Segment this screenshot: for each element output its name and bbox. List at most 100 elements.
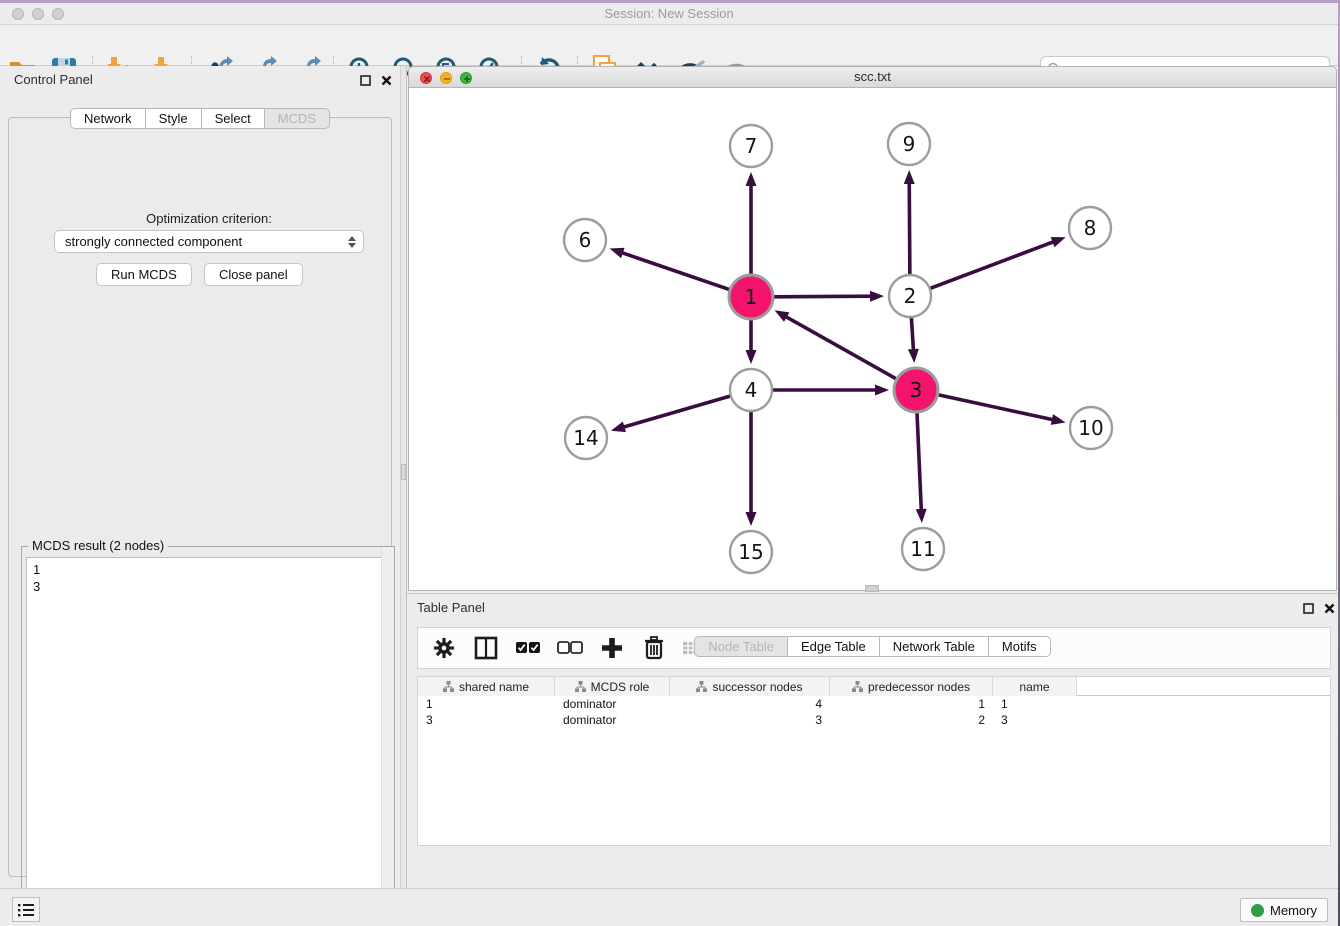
graph-node-4[interactable]: 4 [730, 369, 772, 411]
table-panel-header: Table Panel [407, 594, 1338, 622]
mcds-result-title: MCDS result (2 nodes) [28, 538, 168, 553]
graph-node-8[interactable]: 8 [1069, 207, 1111, 249]
control-panel-tabs: NetworkStyleSelectMCDS [0, 108, 400, 129]
network-minimize-button[interactable] [440, 72, 452, 84]
optimization-criterion-label: Optimization criterion: [9, 211, 409, 226]
graph-edge-arrowhead [908, 349, 919, 363]
network-window-titlebar: scc.txt [408, 66, 1337, 88]
graph-edge-2-9[interactable] [909, 181, 910, 275]
graph-node-2[interactable]: 2 [889, 275, 931, 317]
graph-edge-arrowhead [904, 170, 915, 184]
network-canvas: 7 9 6 8 1 2 4 3 14 10 15 11 [408, 88, 1337, 591]
task-history-button[interactable] [12, 897, 40, 922]
network-resize-grip[interactable] [865, 585, 879, 592]
tab-node-table[interactable]: Node Table [694, 636, 788, 657]
graph-node-1[interactable]: 1 [729, 275, 773, 319]
graph-node-6[interactable]: 6 [564, 219, 606, 261]
result-scrollbar[interactable] [381, 547, 394, 926]
optimization-criterion-select[interactable]: strongly connected component [54, 230, 364, 253]
graph-edge-3-10[interactable] [937, 395, 1054, 420]
close-panel-icon[interactable] [379, 73, 393, 87]
graph-edge-arrowhead [746, 172, 757, 186]
main-toolbar [0, 25, 1338, 66]
tab-motifs[interactable]: Motifs [989, 636, 1051, 657]
memory-button[interactable]: Memory [1240, 898, 1328, 922]
graph-edge-arrowhead [611, 422, 626, 433]
float-table-panel-icon[interactable] [1301, 601, 1315, 615]
list-icon [18, 903, 34, 917]
tab-edge-table[interactable]: Edge Table [788, 636, 880, 657]
graph-edge-arrowhead [916, 509, 927, 523]
close-panel-button[interactable]: Close panel [204, 263, 303, 286]
tab-network[interactable]: Network [70, 108, 146, 129]
memory-label: Memory [1270, 903, 1317, 918]
graph-edge-3-11[interactable] [917, 412, 921, 512]
run-mcds-button[interactable]: Run MCDS [96, 263, 192, 286]
node-label: 4 [745, 378, 758, 402]
node-label: 11 [910, 537, 935, 561]
graph-edge-arrowhead [870, 291, 884, 302]
network-graph[interactable]: 7 9 6 8 1 2 4 3 14 10 15 11 [409, 88, 1336, 589]
node-label: 1 [745, 285, 758, 309]
graph-node-11[interactable]: 11 [902, 528, 944, 570]
tab-select[interactable]: Select [202, 108, 265, 129]
graph-edge-arrowhead [875, 385, 889, 396]
close-window-button[interactable] [12, 8, 24, 20]
graph-node-3[interactable]: 3 [894, 368, 938, 412]
network-zoom-button[interactable] [460, 72, 472, 84]
mcds-result-group: MCDS result (2 nodes) 1 3 [21, 546, 395, 926]
graph-edge-arrowhead [746, 350, 757, 364]
graph-edge-2-8[interactable] [930, 241, 1056, 289]
node-label: 8 [1084, 216, 1097, 240]
table-panel: Table Panel [407, 593, 1338, 888]
node-label: 10 [1078, 416, 1103, 440]
close-table-panel-icon[interactable] [1322, 601, 1336, 615]
node-label: 7 [745, 134, 758, 158]
node-label: 9 [903, 132, 916, 156]
node-label: 15 [738, 540, 763, 564]
graph-edge-3-1[interactable] [784, 316, 897, 380]
graph-edge-4-14[interactable] [622, 396, 731, 428]
table-panel-tabs: Node TableEdge TableNetwork TableMotifs [407, 636, 1338, 881]
minimize-window-button[interactable] [32, 8, 44, 20]
control-panel: Control Panel Optimization criterion: st… [0, 66, 400, 888]
mcds-result-list[interactable]: 1 3 [26, 557, 390, 923]
network-window-title: scc.txt [409, 67, 1336, 87]
tab-style[interactable]: Style [146, 108, 202, 129]
control-panel-title: Control Panel [14, 72, 93, 87]
graph-edge-1-2[interactable] [773, 296, 873, 297]
dropdown-selected-value: strongly connected component [55, 234, 345, 249]
graph-node-14[interactable]: 14 [565, 417, 607, 459]
graph-node-9[interactable]: 9 [888, 123, 930, 165]
graph-edge-2-3[interactable] [911, 317, 913, 352]
graph-edge-arrowhead [610, 248, 625, 258]
graph-node-15[interactable]: 15 [730, 531, 772, 573]
network-window: scc.txt 7 9 6 8 1 2 4 3 14 10 15 11 [407, 66, 1338, 593]
macos-titlebar: Session: New Session [0, 3, 1338, 25]
graph-node-10[interactable]: 10 [1070, 407, 1112, 449]
graph-edge-1-6[interactable] [620, 252, 730, 290]
window-title: Session: New Session [0, 3, 1338, 25]
node-label: 3 [910, 378, 923, 402]
network-close-button[interactable] [420, 72, 432, 84]
node-label: 6 [579, 228, 592, 252]
panel-splitter[interactable] [400, 66, 407, 888]
zoom-window-button[interactable] [52, 8, 64, 20]
memory-status-icon [1251, 904, 1264, 917]
control-panel-content: Optimization criterion: strongly connect… [8, 117, 392, 877]
node-label: 2 [904, 284, 917, 308]
status-bar: Memory [0, 888, 1338, 926]
graph-edge-arrowhead [746, 512, 757, 526]
graph-node-7[interactable]: 7 [730, 125, 772, 167]
tab-network-table[interactable]: Network Table [880, 636, 989, 657]
graph-edge-arrowhead [775, 310, 790, 322]
graph-edge-arrowhead [1051, 237, 1066, 247]
graph-edge-arrowhead [1051, 414, 1066, 425]
table-panel-title: Table Panel [417, 600, 485, 615]
control-panel-header: Control Panel [0, 66, 400, 94]
node-label: 14 [573, 426, 598, 450]
splitter-grip-icon[interactable] [401, 464, 406, 480]
tab-mcds[interactable]: MCDS [265, 108, 330, 129]
float-panel-icon[interactable] [358, 73, 372, 87]
dropdown-chevrons-icon [345, 236, 363, 248]
